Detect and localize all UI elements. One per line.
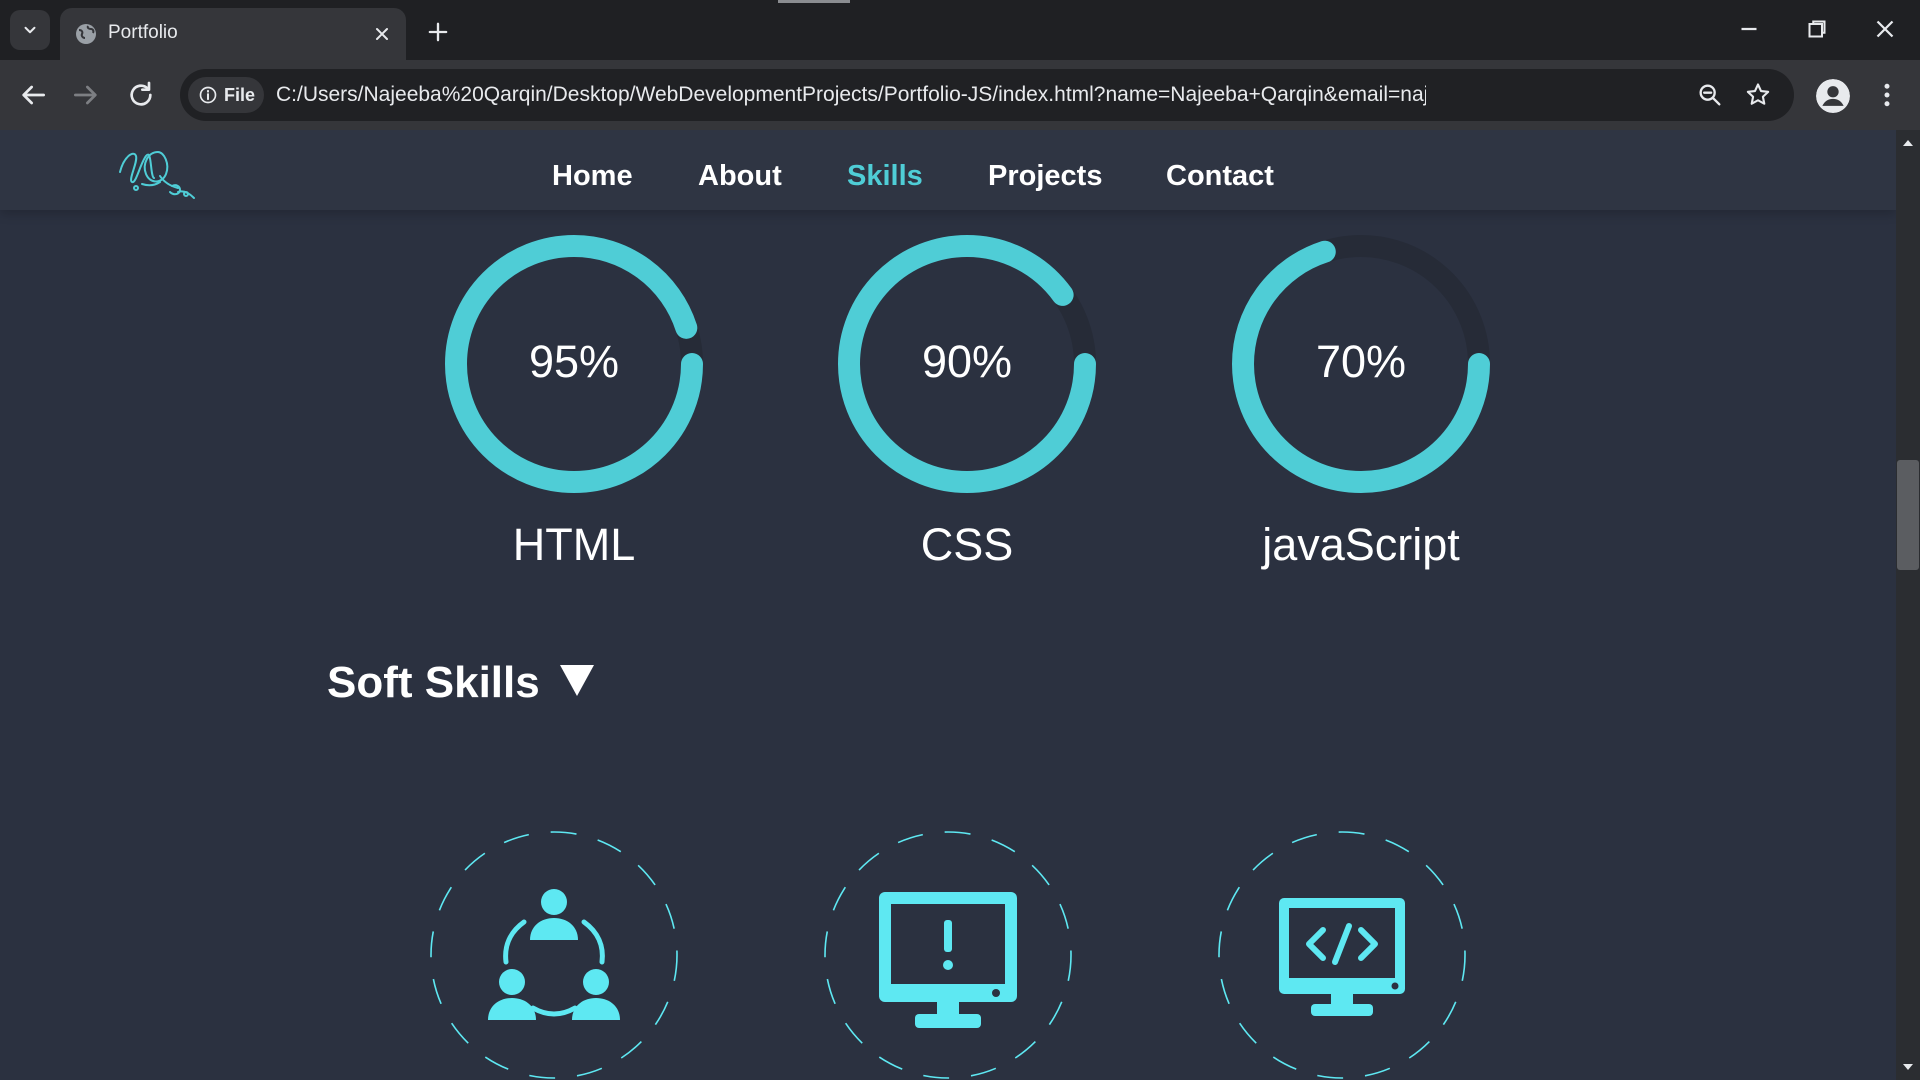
address-bar[interactable]: File C:/Users/Najeeba%20Qarqin/Desktop/W… — [180, 69, 1794, 121]
browser-tab[interactable]: Portfolio — [60, 8, 406, 60]
new-tab-plus-icon[interactable] — [424, 18, 452, 46]
skill-percent: 95% — [528, 336, 620, 387]
restore-icon[interactable] — [1802, 14, 1832, 44]
scrollbar-thumb[interactable] — [1897, 460, 1919, 570]
site-info-chip[interactable]: File — [188, 77, 264, 113]
nav-home[interactable]: Home — [552, 160, 633, 193]
scroll-down-arrow-icon[interactable] — [1900, 1060, 1916, 1074]
triangle-down-icon[interactable] — [558, 662, 596, 698]
reload-icon[interactable] — [125, 79, 157, 111]
page-scrollbar[interactable] — [1896, 130, 1920, 1080]
skill-name: CSS — [920, 519, 1014, 570]
url-text[interactable]: C:/Users/Najeeba%20Qarqin/Desktop/WebDev… — [276, 83, 1426, 107]
chevron-down-icon — [24, 26, 36, 34]
profile-avatar-icon[interactable] — [1816, 79, 1850, 113]
tab-drag-indicator — [778, 0, 850, 3]
logo-monogram-icon[interactable] — [116, 142, 200, 206]
back-arrow-icon[interactable] — [17, 79, 49, 111]
skill-name: javaScript — [1262, 519, 1460, 570]
bookmark-star-icon[interactable] — [1744, 81, 1772, 109]
browser-tabstrip: Portfolio — [0, 0, 1920, 60]
close-icon[interactable] — [370, 22, 394, 46]
nav-contact[interactable]: Contact — [1166, 160, 1274, 193]
nav-skills[interactable]: Skills — [847, 160, 923, 193]
window-close-icon[interactable] — [1870, 14, 1900, 44]
soft-skills-heading: Soft Skills — [327, 658, 540, 707]
tab-title: Portfolio — [108, 22, 178, 43]
globe-icon — [76, 24, 96, 44]
skill-card-css: 90% CSS — [817, 234, 1117, 594]
skill-card-html: 95% HTML — [424, 234, 724, 594]
nav-about[interactable]: About — [698, 160, 782, 193]
skill-percent: 70% — [1315, 336, 1407, 387]
skill-name: HTML — [512, 519, 636, 570]
skill-card-javascript: 70% javaScript — [1211, 234, 1511, 594]
kebab-menu-icon[interactable] — [1872, 80, 1902, 110]
teamwork-icon — [430, 831, 678, 1079]
skill-percent: 90% — [921, 336, 1013, 387]
nav-projects[interactable]: Projects — [988, 160, 1102, 193]
browser-toolbar: File C:/Users/Najeeba%20Qarqin/Desktop/W… — [0, 60, 1920, 130]
forward-arrow-icon[interactable] — [70, 79, 102, 111]
page-viewport: Home About Skills Projects Contact 95% H… — [0, 130, 1896, 1080]
minimize-icon[interactable] — [1734, 14, 1764, 44]
zoom-icon[interactable] — [1696, 81, 1724, 109]
tab-search-button[interactable] — [10, 10, 50, 50]
monitor-code-icon — [1218, 831, 1466, 1079]
scroll-up-arrow-icon[interactable] — [1900, 136, 1916, 150]
info-icon — [199, 86, 217, 104]
monitor-alert-icon — [824, 831, 1072, 1079]
file-chip-label: File — [224, 84, 256, 105]
site-navbar: Home About Skills Projects Contact — [0, 130, 1896, 210]
